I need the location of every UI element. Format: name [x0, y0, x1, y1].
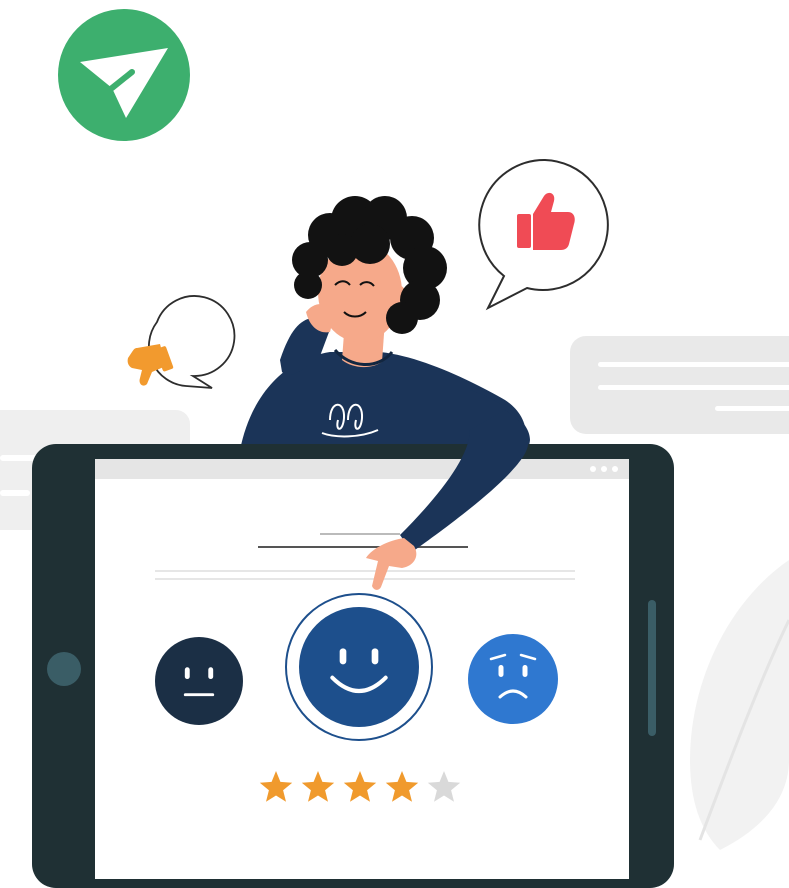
menu-dots-icon [590, 466, 618, 472]
like-speech-bubble [478, 158, 609, 311]
feedback-illustration [0, 9, 789, 888]
happy-face-icon[interactable] [285, 593, 433, 741]
screen-top-bar [95, 459, 629, 479]
neutral-face-icon[interactable] [155, 637, 243, 725]
home-button[interactable] [47, 652, 81, 686]
paper-plane-check-icon [58, 9, 190, 141]
background-leaf [690, 560, 789, 850]
sad-face-icon[interactable] [468, 634, 558, 724]
side-button [648, 600, 656, 736]
dislike-speech-bubble [127, 295, 236, 389]
background-panel-right [570, 336, 789, 434]
